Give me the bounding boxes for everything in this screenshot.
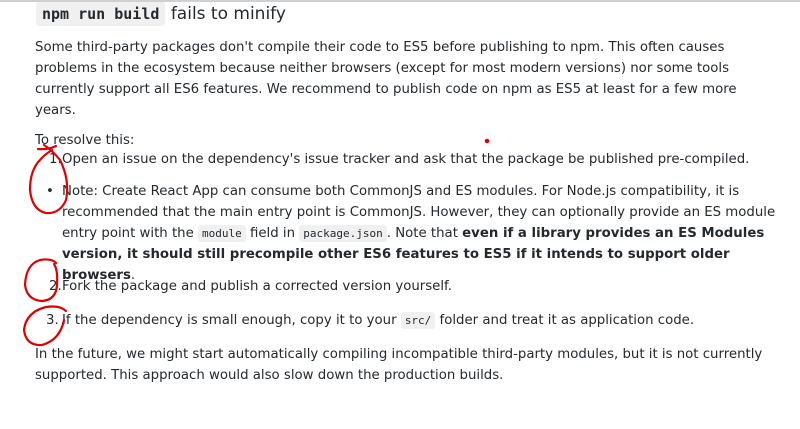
- code-package-json: package.json: [299, 225, 387, 242]
- item-1-marker: 1.: [49, 152, 62, 167]
- note-text: . Note that: [386, 226, 463, 241]
- code-module: module: [198, 225, 246, 242]
- list-item-note: Note: Create React App can consume both …: [62, 181, 782, 286]
- list-item-1: Open an issue on the dependency's issue …: [62, 152, 750, 167]
- item-2-marker: 2.: [49, 279, 62, 294]
- bullet-marker: •: [46, 184, 54, 199]
- heading-code: npm run build: [36, 2, 166, 26]
- heading-text: fails to minify: [170, 4, 286, 24]
- section-heading: npm run build fails to minify: [36, 2, 286, 26]
- annotation-circle-3: [22, 305, 68, 347]
- note-text: field in: [245, 226, 300, 241]
- resolve-label: To resolve this:: [35, 133, 135, 148]
- item-3-text: If the dependency is small enough, copy …: [62, 313, 401, 328]
- list-item-3: If the dependency is small enough, copy …: [62, 310, 782, 331]
- outro-paragraph: In the future, we might start automatica…: [35, 347, 763, 383]
- item-3-marker: 3.: [46, 313, 59, 328]
- code-src: src/: [400, 312, 436, 329]
- item-3-text: folder and treat it as application code.: [435, 313, 695, 328]
- intro-paragraph: Some third-party packages don't compile …: [35, 40, 737, 118]
- list-item-2: Fork the package and publish a corrected…: [62, 279, 452, 294]
